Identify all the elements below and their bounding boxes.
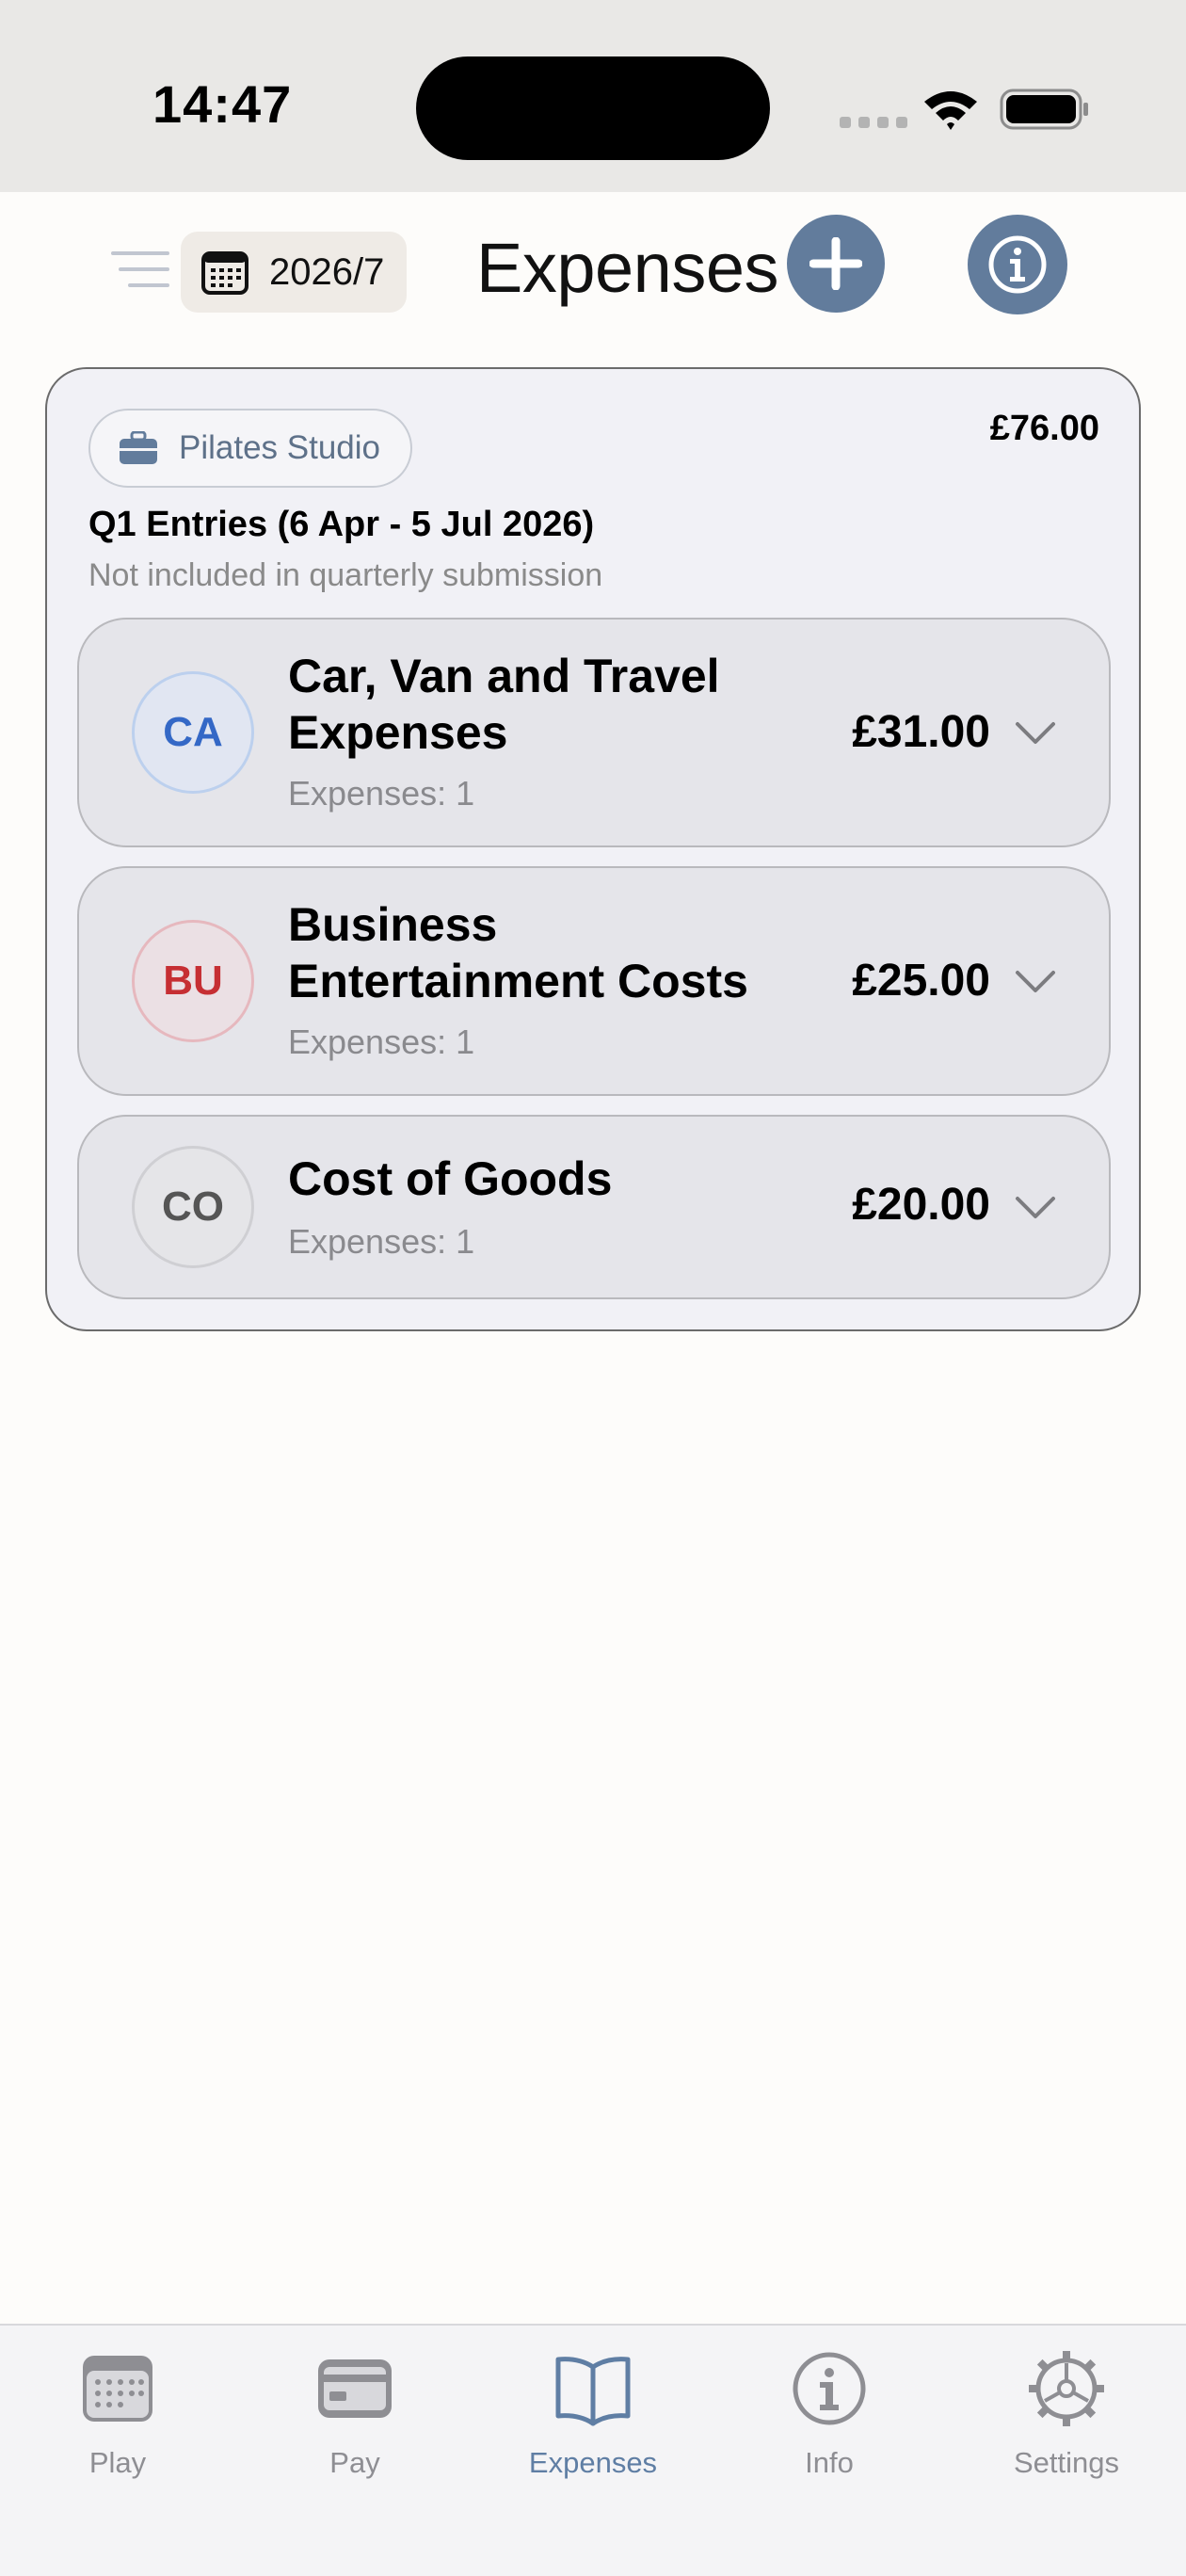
calendar-icon [83, 2356, 152, 2422]
period-title: Q1 Entries (6 Apr - 5 Jul 2026) [88, 505, 595, 544]
category-row-cost-of-goods[interactable]: CO Cost of Goods Expenses: 1 £20.00 [77, 1115, 1111, 1299]
business-total: £76.00 [989, 409, 1099, 448]
page-title: Expenses [476, 229, 778, 307]
info-button[interactable] [968, 215, 1067, 314]
tab-info[interactable]: Info [735, 2339, 923, 2508]
category-amount: £25.00 [852, 956, 990, 1006]
battery-icon [1000, 89, 1088, 130]
tab-label: Settings [1013, 2446, 1119, 2479]
category-amount: £20.00 [852, 1180, 990, 1230]
date-label: 2026/7 [269, 250, 385, 293]
category-name: Cost of Goods [288, 1152, 613, 1205]
category-count: Expenses: 1 [288, 1022, 475, 1061]
tab-bar: Play Pay Expenses Info Settings [0, 2324, 1186, 2576]
category-row-business-entertainment[interactable]: BU Business Entertainment Costs Expenses… [77, 866, 1111, 1096]
tab-play[interactable]: Play [24, 2339, 212, 2508]
category-badge: CA [132, 671, 254, 794]
credit-card-icon [318, 2359, 392, 2418]
chevron-down-icon[interactable] [1015, 1196, 1056, 1220]
business-expense-card: Pilates Studio £76.00 Q1 Entries (6 Apr … [45, 367, 1141, 1331]
add-expense-button[interactable] [787, 215, 885, 313]
status-bar: 14:47 [0, 0, 1186, 192]
briefcase-icon [120, 431, 157, 464]
tab-label: Pay [329, 2446, 380, 2479]
date-picker-button[interactable]: 2026/7 [181, 232, 407, 313]
tab-settings[interactable]: Settings [972, 2339, 1161, 2508]
info-icon [988, 235, 1047, 294]
business-chip[interactable]: Pilates Studio [88, 409, 413, 488]
cellular-signal-icon [840, 117, 907, 128]
calendar-icon [201, 251, 248, 295]
filter-icon[interactable] [111, 249, 169, 290]
category-count: Expenses: 1 [288, 774, 475, 813]
info-icon [793, 2352, 866, 2425]
book-icon [555, 2357, 631, 2426]
category-row-car-van-travel[interactable]: CA Car, Van and Travel Expenses Expenses… [77, 618, 1111, 847]
category-badge: BU [132, 920, 254, 1042]
period-note: Not included in quarterly submission [88, 557, 603, 593]
tab-pay[interactable]: Pay [261, 2339, 449, 2508]
chevron-down-icon[interactable] [1015, 721, 1056, 746]
status-time: 14:47 [152, 74, 293, 134]
chevron-down-icon[interactable] [1015, 970, 1056, 994]
tab-expenses[interactable]: Expenses [499, 2339, 687, 2508]
business-name: Pilates Studio [179, 429, 381, 466]
tab-label: Play [88, 2446, 147, 2479]
dynamic-island [416, 56, 770, 160]
category-count: Expenses: 1 [288, 1222, 475, 1261]
category-name: Business Entertainment Costs [288, 898, 748, 1007]
header: 2026/7 Expenses [0, 192, 1186, 352]
gear-icon [1029, 2351, 1104, 2426]
category-badge: CO [132, 1146, 254, 1268]
tab-label: Expenses [528, 2446, 658, 2479]
wifi-icon [924, 91, 977, 130]
tab-label: Info [805, 2446, 854, 2479]
category-name: Car, Van and Travel Expenses [288, 650, 720, 759]
plus-icon [809, 237, 862, 290]
category-amount: £31.00 [852, 707, 990, 757]
